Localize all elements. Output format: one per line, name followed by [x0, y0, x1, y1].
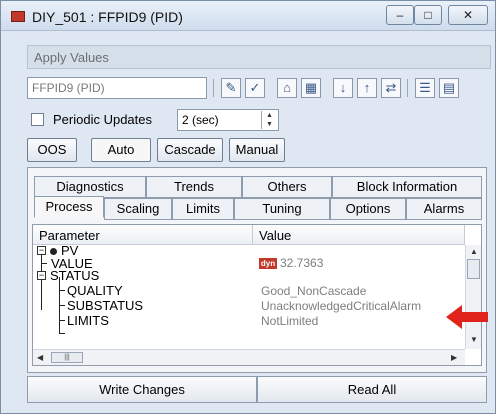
title-bar[interactable]: DIY_501 : FFPID9 (PID) – □ ✕: [1, 1, 495, 31]
block-name-field[interactable]: FFPID9 (PID): [27, 77, 207, 99]
row-value-substatus: UnacknowledgedCriticalAlarm: [261, 299, 422, 313]
update-interval-stepper[interactable]: 2 (sec) ▲ ▼: [177, 109, 279, 131]
edit-check-icon[interactable]: ✓: [245, 78, 265, 98]
apply-values-menu[interactable]: Apply Values: [34, 50, 109, 65]
pid-block-window: DIY_501 : FFPID9 (PID) – □ ✕ Apply Value…: [0, 0, 496, 414]
read-all-button[interactable]: Read All: [257, 376, 487, 403]
download-icon[interactable]: ↓: [333, 78, 353, 98]
vertical-scrollbar[interactable]: ▲ ▼: [465, 245, 481, 349]
tab-trends[interactable]: Trends: [146, 176, 242, 198]
scroll-down-icon[interactable]: ▼: [470, 335, 478, 344]
scroll-left-icon[interactable]: ◀: [37, 353, 43, 362]
menu-bar: Apply Values: [27, 45, 491, 69]
row-value-value: 32.7363: [280, 256, 324, 270]
oos-mode-button[interactable]: OOS: [27, 138, 77, 162]
edit-icon[interactable]: ✎: [221, 78, 241, 98]
toolbar-separator: [407, 79, 408, 97]
periodic-updates-label: Periodic Updates: [53, 112, 152, 127]
tree-connector: [59, 305, 65, 306]
tab-diagnostics[interactable]: Diagnostics: [34, 176, 146, 198]
row-name-substatus[interactable]: SUBSTATUS: [67, 298, 143, 313]
horizontal-scrollbar[interactable]: ◀ ||| ▶: [33, 349, 465, 365]
tab-options[interactable]: Options: [330, 198, 406, 220]
list-icon[interactable]: ☰: [415, 78, 435, 98]
scroll-up-icon[interactable]: ▲: [470, 247, 478, 256]
manual-mode-button[interactable]: Manual: [229, 138, 285, 162]
update-interval-value: 2 (sec): [182, 113, 219, 127]
tab-alarms[interactable]: Alarms: [406, 198, 482, 220]
parameter-grid: Parameter Value − PV VALUE dyn 32.7363 −…: [32, 224, 482, 366]
parameter-column-header[interactable]: Parameter: [33, 225, 253, 245]
details-icon[interactable]: ▤: [439, 78, 459, 98]
close-button[interactable]: ✕: [448, 5, 488, 25]
tree-connector: [59, 333, 65, 334]
tab-scaling[interactable]: Scaling: [104, 198, 172, 220]
spin-up-icon[interactable]: ▲: [261, 111, 277, 120]
tab-tuning[interactable]: Tuning: [234, 198, 330, 220]
parameter-bullet-icon: [50, 248, 57, 255]
upload-icon[interactable]: ↑: [357, 78, 377, 98]
scroll-right-icon[interactable]: ▶: [451, 353, 457, 362]
toolbar-separator: [213, 79, 214, 97]
tab-limits[interactable]: Limits: [172, 198, 234, 220]
vertical-scroll-thumb[interactable]: [467, 259, 480, 279]
window-title: DIY_501 : FFPID9 (PID): [32, 9, 183, 25]
write-changes-button[interactable]: Write Changes: [27, 376, 257, 403]
tab-block-information[interactable]: Block Information: [332, 176, 482, 198]
spin-down-icon[interactable]: ▼: [261, 120, 277, 129]
tree-connector: [59, 290, 65, 291]
auto-mode-button[interactable]: Auto: [91, 138, 151, 162]
parameters-panel: Diagnostics Trends Others Block Informat…: [27, 167, 487, 373]
tab-process[interactable]: Process: [34, 196, 104, 218]
collapse-icon[interactable]: −: [37, 246, 46, 255]
tree-connector: [41, 263, 47, 264]
maximize-button[interactable]: □: [414, 5, 442, 25]
app-icon: [11, 11, 25, 22]
collapse-icon[interactable]: −: [37, 271, 46, 280]
compare-icon[interactable]: ⇄: [381, 78, 401, 98]
tree-connector: [59, 320, 65, 321]
horizontal-scroll-thumb[interactable]: |||: [51, 352, 83, 363]
periodic-updates-row: Periodic Updates 2 (sec) ▲ ▼: [27, 109, 491, 135]
periodic-updates-checkbox[interactable]: [31, 113, 44, 126]
toolbar: FFPID9 (PID) ✎ ✓ ⌂ ▦ ↓ ↑ ⇄ ☰ ▤: [27, 73, 491, 103]
grid-icon[interactable]: ▦: [301, 78, 321, 98]
minimize-button[interactable]: –: [386, 5, 414, 25]
row-value-quality: Good_NonCascade: [261, 284, 367, 298]
tree-icon[interactable]: ⌂: [277, 78, 297, 98]
red-arrow-icon: [446, 305, 488, 329]
dynamic-value-badge: dyn: [259, 258, 277, 269]
action-bar: Write Changes Read All: [27, 376, 487, 404]
tab-others[interactable]: Others: [242, 176, 332, 198]
row-name-quality[interactable]: QUALITY: [67, 283, 123, 298]
row-value-limits: NotLimited: [261, 314, 319, 328]
row-name-limits[interactable]: LIMITS: [67, 313, 109, 328]
value-column-header[interactable]: Value: [253, 225, 465, 245]
mode-buttons: OOS Auto Cascade Manual: [27, 138, 491, 164]
cascade-mode-button[interactable]: Cascade: [157, 138, 223, 162]
row-name-status[interactable]: STATUS: [50, 268, 99, 283]
